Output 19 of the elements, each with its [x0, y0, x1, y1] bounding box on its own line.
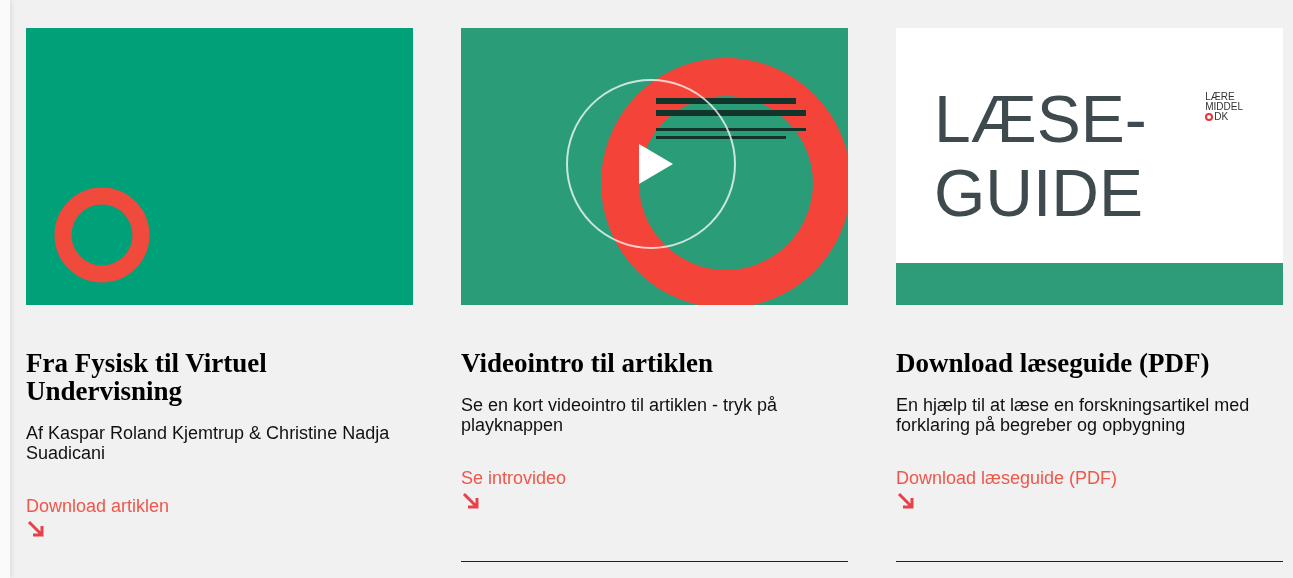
card-title: Videointro til artiklen [461, 349, 714, 377]
ring-icon [1205, 113, 1214, 121]
card-title: Download læseguide (PDF) [896, 349, 1211, 377]
card-description: En hjælp til at læse en forskningsartikel med forklaring på begreber og opbygning [896, 395, 1251, 435]
card-link[interactable]: Download læseguide (PDF) [896, 467, 1118, 489]
play-button[interactable] [565, 78, 737, 250]
card-link[interactable]: Se introvideo [461, 467, 567, 489]
cover-heading: LÆSE- [934, 82, 1147, 156]
card-description: Se en kort videointro til artiklen - tryk på playknappen [461, 395, 779, 435]
logo-text: LÆRE [1205, 92, 1235, 102]
card-link[interactable]: Download artiklen [26, 495, 170, 517]
arrow-icon [26, 519, 46, 539]
logo-text: DK [1214, 112, 1229, 122]
logo-text: MIDDEL [1205, 102, 1243, 112]
cover-heading: GUIDE [934, 156, 1145, 230]
arrow-icon [896, 491, 916, 511]
arrow-icon [461, 491, 481, 511]
card-title: Fra Fysisk til Virtuel Undervisning [26, 349, 268, 405]
card-description: Af Kaspar Roland Kjemtrup & Christine Nadja Suadicani [26, 423, 391, 463]
